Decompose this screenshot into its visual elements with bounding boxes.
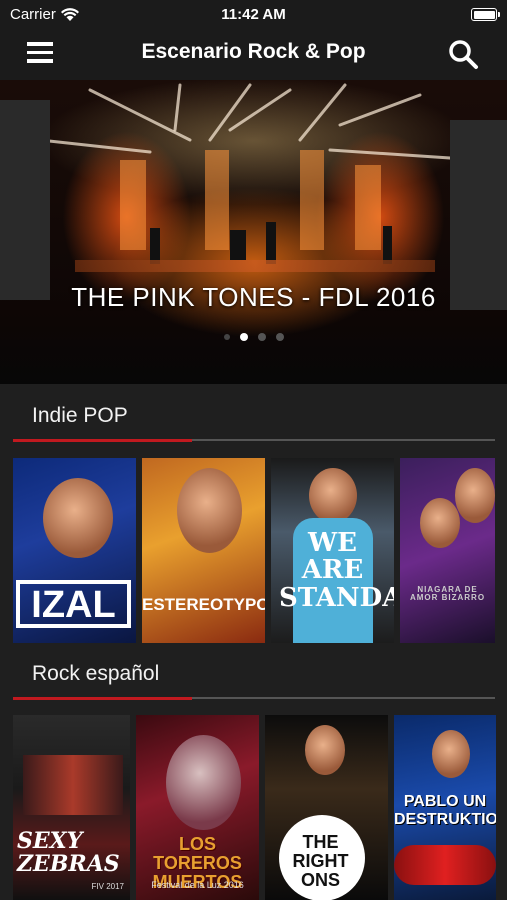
section-divider-accent xyxy=(13,696,192,700)
pager-dot[interactable] xyxy=(275,333,284,341)
pager-dot[interactable] xyxy=(257,333,266,341)
stage-floor xyxy=(75,260,435,272)
artist-card-label: NIAGARA DE AMOR BIZARRO xyxy=(409,585,486,602)
artist-photo xyxy=(455,468,495,523)
artist-photo xyxy=(23,755,123,815)
artist-card-label: ESTEREOTYPO xyxy=(142,595,265,614)
search-icon[interactable] xyxy=(447,38,481,72)
artist-card-estereotypo[interactable]: ESTEREOTYPO xyxy=(142,458,265,643)
artist-card-los-toreros-muertos[interactable]: LOS TOREROS MUERTOS Festival de la Luz 2… xyxy=(136,715,259,900)
artist-card-label: SEXY ZEBRAS xyxy=(17,828,120,878)
status-time: 11:42 AM xyxy=(221,6,286,23)
hero-banner[interactable]: THE PINK TONES - FDL 2016 xyxy=(0,80,507,384)
artist-card-niagara[interactable]: NIAGARA DE AMOR BIZARRO xyxy=(400,458,495,643)
artist-card-caption: FIV 2017 xyxy=(91,882,124,891)
section-title: Indie POP xyxy=(32,404,128,427)
carousel-pager[interactable] xyxy=(0,333,507,341)
artist-card-the-right-ons[interactable]: THE RIGHT ONS xyxy=(265,715,388,900)
battery-icon xyxy=(471,8,500,21)
navigation-bar: Escenario Rock & Pop xyxy=(0,28,507,80)
artist-card-we-are-standard[interactable]: WE ARE STANDARD xyxy=(271,458,394,643)
pager-dot-active[interactable] xyxy=(239,333,248,341)
artist-photo xyxy=(309,468,357,523)
section-title: Rock español xyxy=(32,662,160,685)
artist-row: SEXY ZEBRAS FIV 2017 LOS TOREROS MUERTOS… xyxy=(13,715,496,900)
artist-card-izal[interactable]: IZAL xyxy=(13,458,136,643)
artist-card-pablo-un-destruktio[interactable]: PABLO UN DESTRUKTIO xyxy=(394,715,496,900)
artist-card-label: THE RIGHT ONS xyxy=(292,832,349,890)
section-divider xyxy=(13,696,495,700)
artist-card-caption: Festival de la Luz 2016 xyxy=(151,880,244,890)
artist-photo xyxy=(43,478,113,558)
page-title: Escenario Rock & Pop xyxy=(141,40,366,63)
guitar-image xyxy=(394,845,496,885)
artist-photo xyxy=(432,730,470,778)
artist-photo xyxy=(177,468,242,553)
hero-title: THE PINK TONES - FDL 2016 xyxy=(71,282,436,312)
artist-photo xyxy=(166,735,241,830)
artist-row: IZAL ESTEREOTYPO WE ARE STANDARD NIAGARA… xyxy=(13,458,495,643)
artist-card-sexy-zebras[interactable]: SEXY ZEBRAS FIV 2017 xyxy=(13,715,130,900)
artist-card-label: PABLO UN DESTRUKTIO xyxy=(394,793,496,828)
status-bar: Carrier 11:42 AM xyxy=(0,0,507,28)
artist-card-label: WE ARE STANDARD xyxy=(279,528,394,613)
section-divider-accent xyxy=(13,438,192,442)
artist-photo xyxy=(305,725,345,775)
pager-dot[interactable] xyxy=(223,334,230,340)
battery-fill xyxy=(473,10,495,19)
artist-card-label: IZAL xyxy=(16,580,131,628)
artist-photo xyxy=(420,498,460,548)
section-divider xyxy=(13,438,495,442)
